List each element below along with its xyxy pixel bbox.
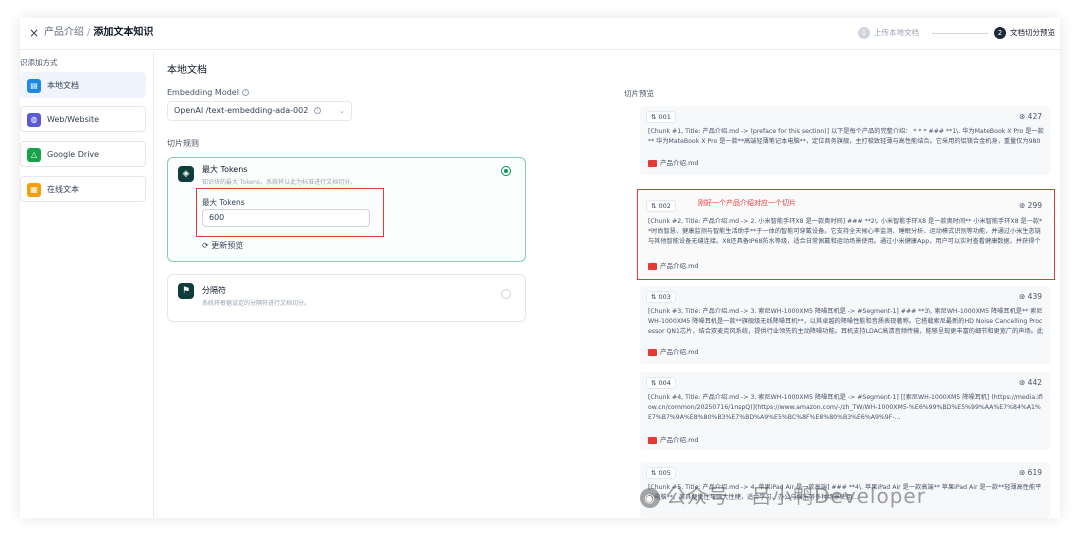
token-count: ⊛ 427 bbox=[1019, 112, 1042, 121]
rule-title: 最大 Tokens bbox=[202, 165, 248, 174]
close-icon[interactable]: × bbox=[28, 26, 40, 40]
sidebar-item-label: 在线文本 bbox=[47, 185, 79, 194]
help-icon[interactable]: ? bbox=[241, 89, 249, 96]
globe-icon: ◍ bbox=[27, 113, 41, 127]
token-icon: ⊛ bbox=[1019, 112, 1028, 121]
refresh-icon: ⟳ bbox=[202, 241, 212, 250]
chunk-id-text: 001 bbox=[658, 113, 671, 121]
chevron-down-icon: ⌄ bbox=[339, 107, 345, 115]
embedding-model-select[interactable]: OpenAI /text-embedding-ada-002 i ⌄ bbox=[167, 101, 352, 121]
chunk-id: ⇅ 003 bbox=[646, 291, 676, 303]
token-count-text: 439 bbox=[1027, 292, 1042, 301]
sidebar-item-online-text[interactable]: ▦ 在线文本 bbox=[20, 176, 146, 202]
token-icon: ⊛ bbox=[1019, 292, 1028, 301]
chunk-source[interactable]: 产品介绍.md bbox=[648, 434, 699, 444]
wechat-icon: ◉ bbox=[640, 487, 660, 508]
file-icon: ▤ bbox=[27, 79, 41, 93]
rule-title: 分隔符 bbox=[202, 286, 226, 295]
chunk-text: [Chunk #3, Title: 产品介绍.md -> 3. 索尼WH-100… bbox=[648, 308, 1044, 335]
chunk-id-text: 005 bbox=[658, 469, 671, 477]
refresh-preview-button[interactable]: ⟳ 更新预览 bbox=[202, 240, 243, 251]
watermark-text: 公众号 · 吕小鸭Developer bbox=[666, 484, 926, 508]
chunk-source-name: 产品介绍.md bbox=[660, 436, 699, 444]
chunk-source-name: 产品介绍.md bbox=[660, 348, 699, 356]
chunk-source-name: 产品介绍.md bbox=[660, 159, 699, 167]
breadcrumb-parent[interactable]: 产品介绍 bbox=[44, 27, 84, 38]
rule-radio[interactable] bbox=[501, 289, 511, 299]
document-icon bbox=[648, 436, 657, 444]
chunk-card[interactable]: ⇅ 003 ⊛ 439 [Chunk #3, Title: 产品介绍.md ->… bbox=[640, 286, 1050, 364]
document-icon bbox=[648, 348, 657, 356]
breadcrumb-separator: / bbox=[87, 27, 91, 38]
token-count: ⊛ 439 bbox=[1019, 292, 1042, 301]
header-bar: × 产品介绍 / 添加文本知识 1 上传本地文档 2 文档切分预览 bbox=[20, 18, 1060, 50]
step-label: 上传本地文档 bbox=[874, 28, 919, 37]
chunk-card[interactable]: ⇅ 004 ⊛ 442 [Chunk #4, Title: 产品介绍.md ->… bbox=[640, 372, 1050, 450]
chunk-source[interactable]: 产品介绍.md bbox=[648, 157, 699, 167]
chunk-source[interactable]: 产品介绍.md bbox=[648, 346, 699, 356]
chunk-id: ⇅ 005 bbox=[646, 467, 676, 479]
chunk-id-text: 004 bbox=[658, 379, 671, 387]
source-sidebar: 识添加方式 ▤ 本地文档 ◍ Web/Website △ Google Driv… bbox=[20, 51, 154, 518]
annotation-text: 刚好一个产品介绍对应一个切片 bbox=[698, 199, 796, 207]
rule-description: 系统将根据设定的分隔符进行文档切分。 bbox=[202, 300, 311, 307]
embedding-model-value: OpenAI /text-embedding-ada-002 bbox=[174, 106, 309, 115]
chunk-id-text: 003 bbox=[658, 293, 671, 301]
page-title: 添加文本知识 bbox=[93, 27, 154, 38]
chunk-id: ⇅ 001 bbox=[646, 111, 676, 123]
step-connector bbox=[932, 33, 988, 34]
step-number: 2 bbox=[994, 27, 1006, 39]
cube-icon: ◈ bbox=[178, 166, 194, 182]
rule-radio-selected[interactable] bbox=[501, 166, 511, 176]
drive-icon: △ bbox=[27, 148, 41, 162]
flag-icon: ⚑ bbox=[178, 283, 194, 299]
token-count-text: 442 bbox=[1027, 378, 1042, 387]
step-preview: 2 文档切分预览 bbox=[994, 26, 1055, 40]
rules-label: 切片规则 bbox=[167, 139, 199, 148]
sidebar-item-google-drive[interactable]: △ Google Drive bbox=[20, 141, 146, 167]
sidebar-item-local-doc[interactable]: ▤ 本地文档 bbox=[20, 72, 146, 98]
highlight-box bbox=[196, 188, 384, 237]
token-count-text: 427 bbox=[1027, 112, 1042, 121]
section-title: 本地文档 bbox=[167, 65, 207, 76]
sidebar-item-label: Web/Website bbox=[47, 115, 100, 124]
document-icon bbox=[648, 159, 657, 167]
refresh-label: 更新预览 bbox=[211, 241, 244, 250]
sidebar-item-web[interactable]: ◍ Web/Website bbox=[20, 106, 146, 132]
rule-description: 知识块的最大 Tokens，系统将以此为标准进行文档切分。 bbox=[202, 179, 357, 186]
step-number: 1 bbox=[858, 27, 870, 39]
breadcrumb: 产品介绍 / 添加文本知识 bbox=[44, 26, 153, 40]
app-window: × 产品介绍 / 添加文本知识 1 上传本地文档 2 文档切分预览 识添加方式 ▤ 本地… bbox=[20, 18, 1060, 518]
step-upload: 1 上传本地文档 bbox=[858, 26, 919, 40]
chunk-text: [Chunk #4, Title: 产品介绍.md -> 3. 索尼WH-100… bbox=[648, 394, 1043, 421]
token-count: ⊛ 442 bbox=[1019, 378, 1042, 387]
sidebar-item-label: 本地文档 bbox=[47, 81, 79, 90]
embedding-label-text: Embedding Model bbox=[167, 88, 239, 97]
token-count: ⊛ 619 bbox=[1019, 468, 1042, 477]
rule-card-separator[interactable]: ⚑ 分隔符 系统将根据设定的分隔符进行文档切分。 bbox=[167, 274, 526, 322]
chunk-id: ⇅ 004 bbox=[646, 377, 676, 389]
sidebar-title: 识添加方式 bbox=[20, 58, 58, 67]
step-label: 文档切分预览 bbox=[1010, 28, 1055, 37]
chunk-card[interactable]: ⇅ 001 ⊛ 427 [Chunk #1, Title: 产品介绍.md ->… bbox=[640, 106, 1050, 175]
preview-title: 切片预览 bbox=[624, 89, 654, 98]
embedding-label: Embedding Model? bbox=[167, 88, 249, 97]
token-count-text: 619 bbox=[1027, 468, 1042, 477]
token-icon: ⊛ bbox=[1019, 378, 1028, 387]
token-icon: ⊛ bbox=[1019, 468, 1028, 477]
info-icon: i bbox=[313, 107, 321, 114]
note-icon: ▦ bbox=[27, 183, 41, 197]
chunk-text: [Chunk #1, Title: 产品介绍.md -> (preface fo… bbox=[648, 128, 1044, 145]
watermark: ◉ 公众号 · 吕小鸭Developer bbox=[640, 480, 926, 509]
sidebar-item-label: Google Drive bbox=[47, 150, 100, 159]
